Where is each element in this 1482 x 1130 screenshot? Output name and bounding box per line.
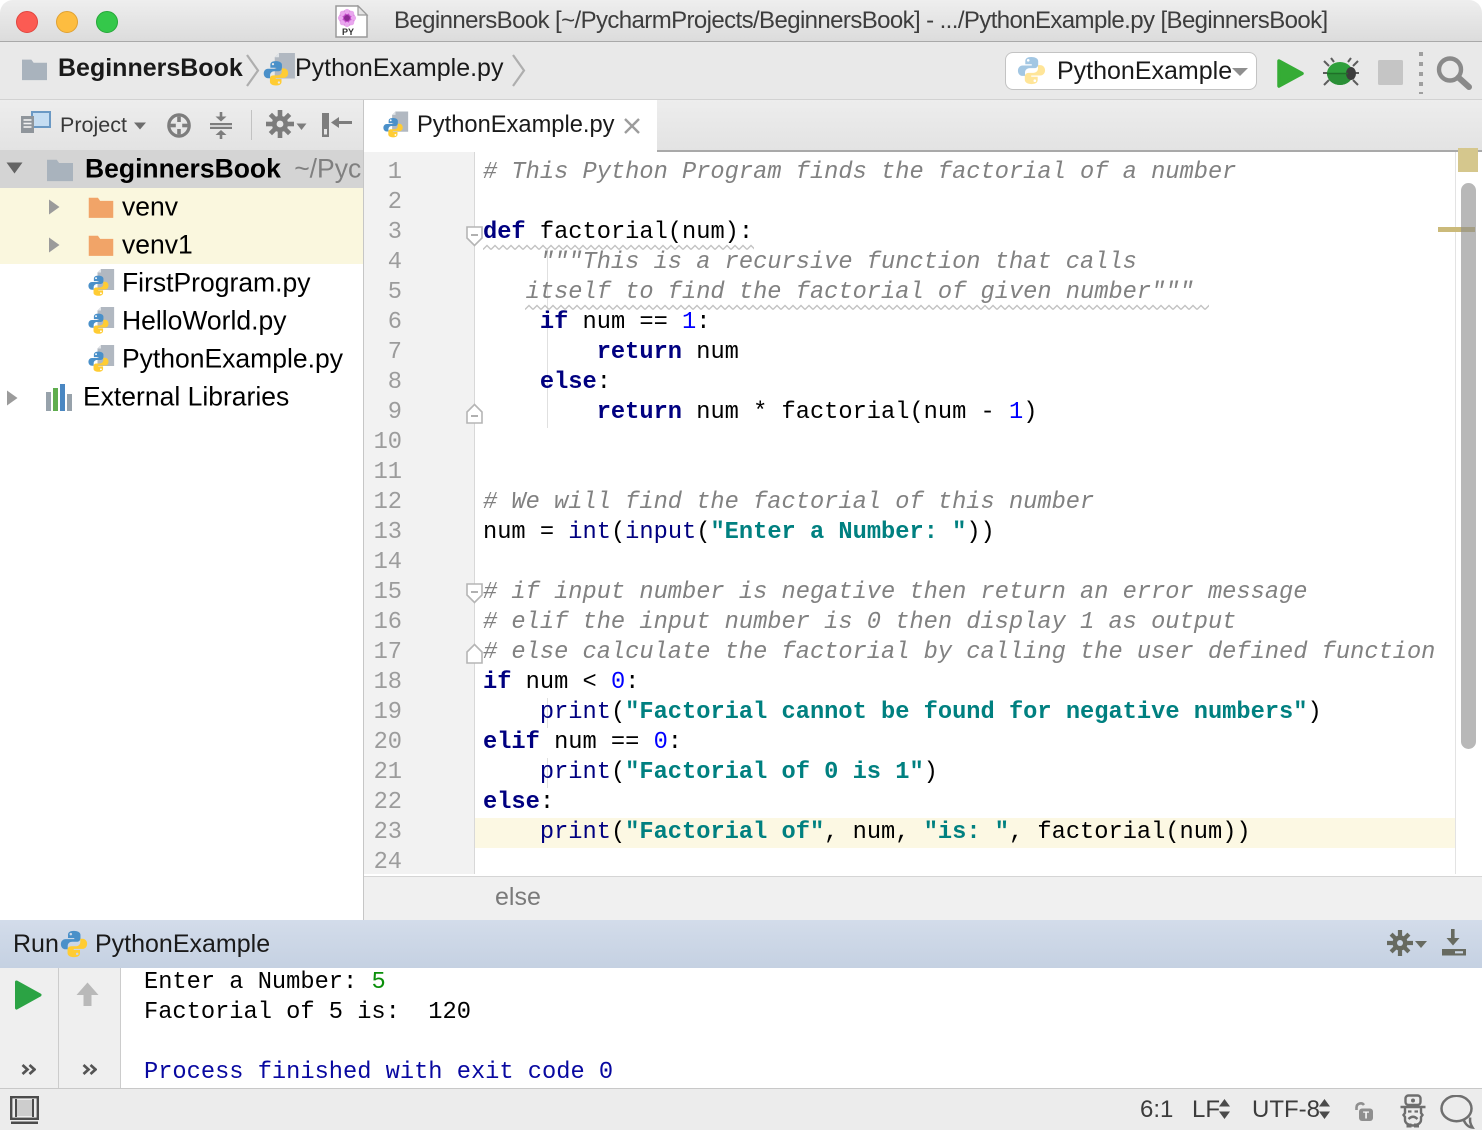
svg-text:PY: PY xyxy=(342,27,354,37)
svg-text:T: T xyxy=(1363,1111,1369,1122)
